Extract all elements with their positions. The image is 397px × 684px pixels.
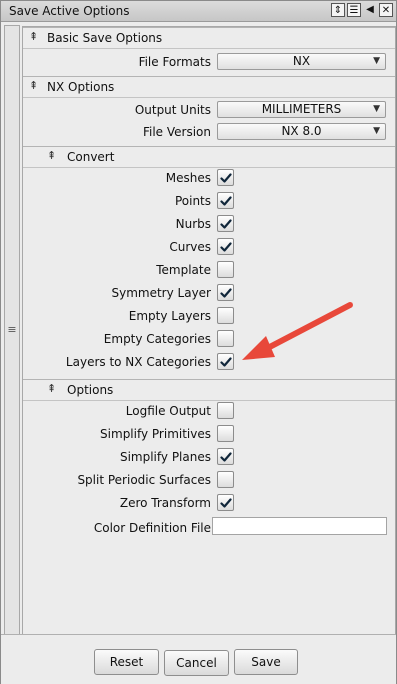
chevron-down-icon: ▼: [373, 104, 380, 114]
save-active-options-window: Save Active Options ⇕ ☰ ◀ ✕ ≡ ⇞ Basic Sa…: [0, 0, 397, 684]
option-label: Empty Layers: [128, 309, 211, 323]
checkmark-icon: [220, 173, 232, 183]
option-checkbox[interactable]: [217, 215, 234, 232]
option-label: Points: [174, 194, 211, 208]
checkmark-icon: [220, 288, 232, 298]
pin-icon[interactable]: ⇕: [331, 3, 345, 17]
collapse-left-icon[interactable]: ◀: [363, 3, 377, 17]
file-formats-value: NX: [292, 54, 311, 68]
option-checkbox[interactable]: [217, 448, 234, 465]
option-label: Layers to NX Categories: [65, 355, 211, 369]
file-formats-label: File Formats: [138, 55, 211, 69]
collapse-arrow-icon[interactable]: ⇞: [47, 382, 56, 395]
option-label: Simplify Planes: [119, 450, 211, 464]
section-title: NX Options: [47, 80, 115, 94]
options-panel: ⇞ Basic Save Options File Formats NX ▼ ⇞…: [22, 26, 396, 635]
chevron-down-icon: ▼: [373, 126, 380, 136]
option-label: Template: [156, 263, 211, 277]
footer-bar: Reset Cancel Save: [1, 634, 396, 684]
option-checkbox[interactable]: [217, 402, 234, 419]
checkmark-icon: [220, 357, 232, 367]
option-checkbox[interactable]: [217, 284, 234, 301]
side-collapse-bar[interactable]: ≡: [4, 25, 20, 635]
collapse-arrow-icon[interactable]: ⇞: [47, 149, 56, 162]
nx-options-header[interactable]: ⇞ NX Options: [23, 76, 395, 98]
title-bar-controls: ⇕ ☰ ◀ ✕: [331, 3, 393, 17]
checkmark-icon: [220, 196, 232, 206]
option-checkbox[interactable]: [217, 238, 234, 255]
list-icon[interactable]: ☰: [347, 3, 361, 17]
chevron-down-icon: ▼: [373, 56, 380, 66]
checkmark-icon: [220, 242, 232, 252]
option-checkbox[interactable]: [217, 261, 234, 278]
option-checkbox[interactable]: [217, 307, 234, 324]
output-units-value: MILLIMETERS: [261, 102, 342, 116]
color-definition-field[interactable]: [212, 517, 387, 535]
option-label: Simplify Primitives: [100, 427, 211, 441]
option-label: Empty Categories: [103, 332, 211, 346]
file-formats-dropdown[interactable]: NX ▼: [217, 53, 386, 70]
color-definition-label: Color Definition File: [93, 521, 211, 535]
option-checkbox[interactable]: [217, 425, 234, 442]
option-checkbox[interactable]: [217, 192, 234, 209]
options-header[interactable]: ⇞ Options: [23, 379, 395, 401]
file-version-dropdown[interactable]: NX 8.0 ▼: [217, 123, 386, 140]
option-label: Nurbs: [175, 217, 211, 231]
collapse-arrow-icon[interactable]: ⇞: [29, 30, 38, 43]
checkmark-icon: [220, 498, 232, 508]
option-label: Symmetry Layer: [111, 286, 212, 300]
output-units-dropdown[interactable]: MILLIMETERS ▼: [217, 101, 386, 118]
output-units-label: Output Units: [134, 103, 211, 117]
checkmark-icon: [220, 219, 232, 229]
title-bar: Save Active Options ⇕ ☰ ◀ ✕: [1, 1, 396, 22]
basic-save-options-header[interactable]: ⇞ Basic Save Options: [23, 27, 395, 49]
option-label: Logfile Output: [125, 404, 211, 418]
convert-header[interactable]: ⇞ Convert: [23, 146, 395, 168]
option-label: Zero Transform: [119, 496, 211, 510]
grip-icon[interactable]: ≡: [6, 324, 18, 335]
collapse-arrow-icon[interactable]: ⇞: [29, 79, 38, 92]
cancel-button[interactable]: Cancel: [164, 650, 229, 676]
option-checkbox[interactable]: [217, 471, 234, 488]
checkmark-icon: [220, 452, 232, 462]
option-label: Meshes: [165, 171, 211, 185]
section-title: Convert: [67, 150, 115, 164]
option-label: Curves: [169, 240, 211, 254]
file-version-label: File Version: [142, 125, 211, 139]
file-version-value: NX 8.0: [281, 124, 322, 138]
option-checkbox[interactable]: [217, 330, 234, 347]
save-button[interactable]: Save: [234, 649, 298, 675]
close-icon[interactable]: ✕: [379, 3, 393, 17]
section-title: Basic Save Options: [47, 31, 163, 45]
section-title: Options: [67, 383, 114, 397]
option-checkbox[interactable]: [217, 494, 234, 511]
window-title: Save Active Options: [9, 4, 130, 18]
option-label: Split Periodic Surfaces: [77, 473, 211, 487]
option-checkbox[interactable]: [217, 169, 234, 186]
option-checkbox[interactable]: [217, 353, 234, 370]
reset-button[interactable]: Reset: [94, 649, 159, 675]
